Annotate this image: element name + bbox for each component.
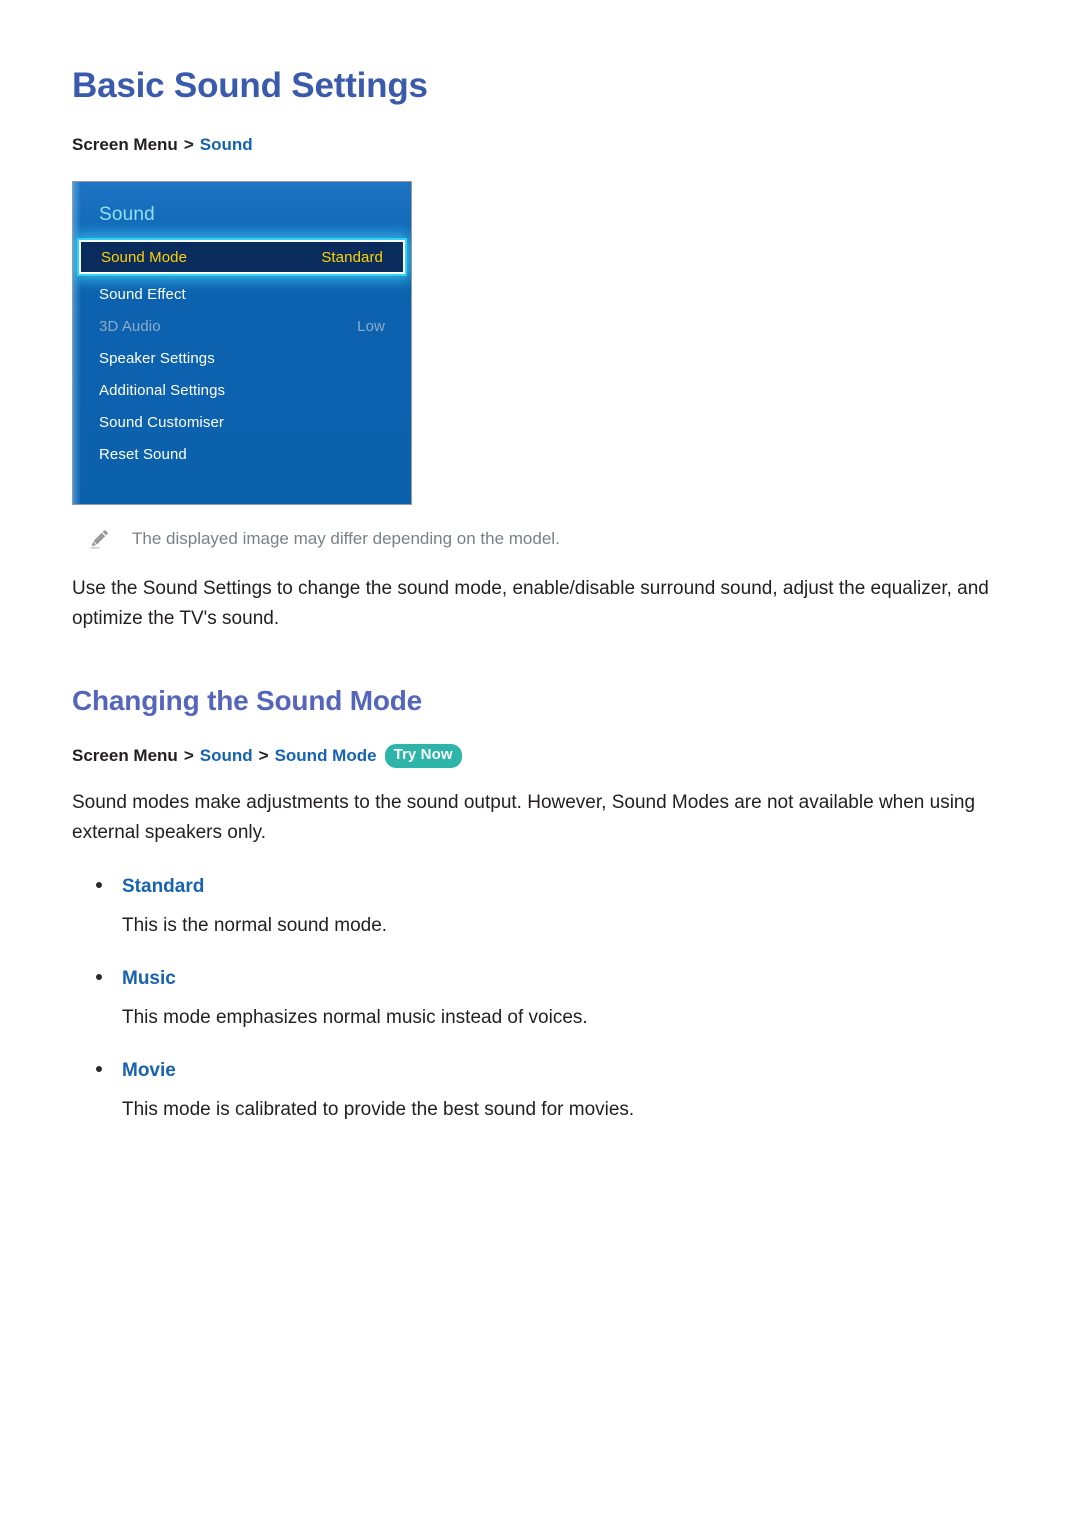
breadcrumb-prefix: Screen Menu	[72, 745, 178, 765]
tv-menu-item-value: Standard	[321, 248, 383, 266]
pencil-icon	[88, 528, 110, 550]
list-item: Movie This mode is calibrated to provide…	[72, 1057, 1008, 1125]
breadcrumb-prefix: Screen Menu	[72, 135, 178, 155]
tv-menu-item-additional-settings[interactable]: Additional Settings	[73, 374, 411, 406]
breadcrumb-link-sound[interactable]: Sound	[200, 744, 253, 768]
tv-menu-list: Sound Mode Standard Sound Effect 3D Audi…	[73, 240, 411, 470]
tv-menu-item-label: Additional Settings	[99, 381, 226, 399]
sound-mode-name: Movie	[122, 1059, 176, 1081]
tv-menu-header: Sound	[99, 204, 155, 226]
tv-menu-item-label: Sound Effect	[99, 285, 186, 303]
breadcrumb-top: Screen Menu > Sound	[72, 133, 1008, 157]
bullet-icon	[96, 1065, 102, 1072]
intro-paragraph: Use the Sound Settings to change the sou…	[72, 577, 989, 629]
list-item: Music This mode emphasizes normal music …	[72, 965, 1008, 1033]
sound-mode-name: Music	[122, 967, 176, 989]
tv-menu-item-sound-mode[interactable]: Sound Mode Standard	[79, 240, 405, 275]
figure-note: The displayed image may differ depending…	[72, 527, 1008, 552]
list-item: Standard This is the normal sound mode.	[72, 873, 1008, 941]
document-page: Basic Sound Settings Screen Menu > Sound…	[0, 0, 1080, 1527]
sound-mode-movie: Movie	[72, 1057, 1008, 1086]
tv-sound-menu-panel: Sound Sound Mode Standard Sound Effect 3…	[72, 181, 412, 506]
tv-menu-item-reset-sound[interactable]: Reset Sound	[73, 438, 411, 470]
tv-menu-item-speaker-settings[interactable]: Speaker Settings	[73, 342, 411, 374]
tv-menu-item-sound-effect[interactable]: Sound Effect	[73, 278, 411, 310]
tv-menu-item-label: 3D Audio	[99, 317, 161, 335]
tv-menu-item-value: Low	[357, 317, 385, 335]
breadcrumb-link-sound-mode[interactable]: Sound Mode	[275, 744, 377, 768]
sound-mode-description: This mode is calibrated to provide the b…	[122, 1099, 635, 1121]
sound-mode-description: This mode emphasizes normal music instea…	[122, 1007, 588, 1029]
tv-menu-item-label: Reset Sound	[99, 445, 187, 463]
sound-mode-list: Standard This is the normal sound mode. …	[72, 873, 1008, 1125]
sound-mode-music: Music	[72, 965, 1008, 994]
breadcrumb-link-sound[interactable]: Sound	[200, 133, 253, 157]
breadcrumb-separator: >	[183, 135, 194, 155]
tv-menu-item-sound-customiser[interactable]: Sound Customiser	[73, 406, 411, 438]
breadcrumb-separator: >	[183, 745, 194, 765]
sound-mode-description: This is the normal sound mode.	[122, 915, 388, 937]
bullet-icon	[96, 881, 102, 888]
page-title: Basic Sound Settings	[72, 66, 428, 105]
tv-menu-item-label: Sound Customiser	[99, 413, 224, 431]
sound-mode-name: Standard	[122, 875, 205, 897]
tv-menu-figure: Sound Sound Mode Standard Sound Effect 3…	[72, 181, 1008, 506]
breadcrumb-separator: >	[258, 745, 269, 765]
section-title: Changing the Sound Mode	[72, 684, 423, 716]
tv-menu-item-label: Sound Mode	[101, 248, 188, 266]
tv-menu-item-3d-audio: 3D Audio Low	[73, 310, 411, 342]
figure-note-text: The displayed image may differ depending…	[132, 529, 560, 549]
try-now-badge[interactable]: Try Now	[384, 743, 462, 768]
tv-menu-item-label: Speaker Settings	[99, 349, 215, 367]
bullet-icon	[96, 973, 102, 980]
section-paragraph: Sound modes make adjustments to the soun…	[72, 791, 976, 843]
sound-mode-standard: Standard	[72, 873, 1008, 902]
breadcrumb-section: Screen Menu > Sound > Sound Mode Try Now	[72, 743, 1008, 768]
